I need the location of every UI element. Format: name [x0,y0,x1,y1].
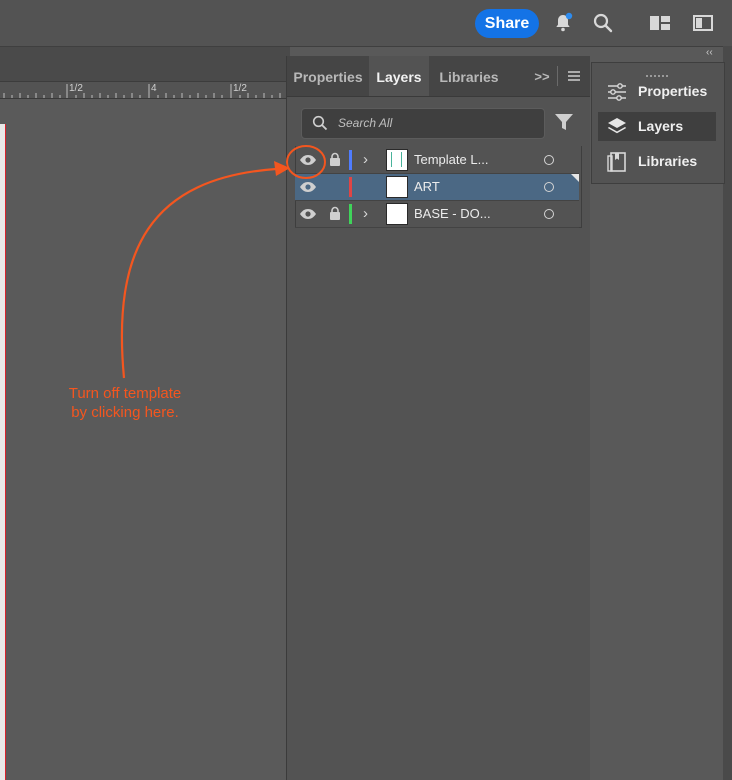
annotation-line: by clicking here. [71,404,179,421]
annotation-text: Turn off template by clicking here. [50,384,200,422]
annotation-line: Turn off template [68,385,182,402]
